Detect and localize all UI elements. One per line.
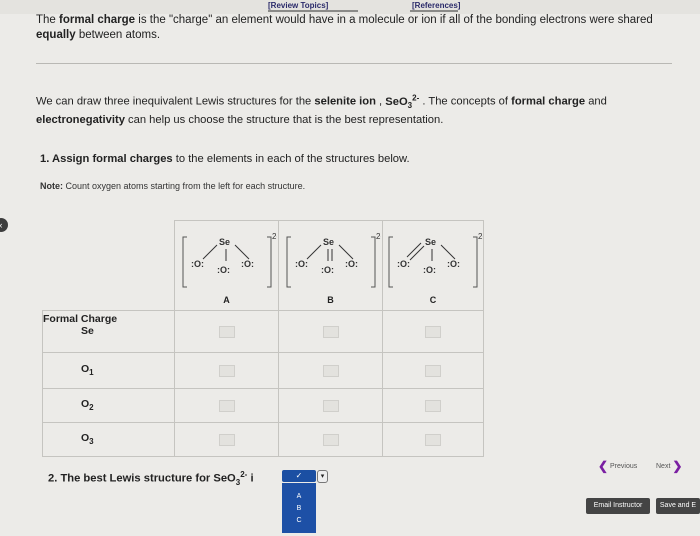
chevron-left-icon: ❮ — [598, 459, 609, 473]
structure-label-C: C — [429, 294, 437, 305]
formal-charge-header: Formal Charge — [43, 313, 118, 325]
answer-input-A-o2[interactable] — [218, 399, 235, 412]
row-label-o2: O2 — [42, 388, 175, 423]
save-and-exit-button[interactable]: Save and E — [656, 498, 700, 514]
chevron-down-icon[interactable]: ▾ — [317, 470, 328, 483]
lewis-structure-A: 2- Se :O: :O: :O: — [182, 232, 277, 287]
best-structure-options: A B C — [282, 483, 316, 533]
svg-text::O:: :O: — [191, 259, 204, 269]
row-label-o1: O1 — [42, 352, 175, 389]
answer-input-A-se[interactable] — [218, 325, 235, 338]
answer-input-C-se[interactable] — [425, 325, 441, 338]
row-label-o3: O3 — [42, 422, 175, 457]
svg-text:Se: Se — [219, 237, 230, 247]
structure-label-B: B — [327, 294, 334, 305]
references-link[interactable]: [References] — [412, 1, 460, 10]
best-structure-select[interactable]: ✓ — [282, 470, 316, 482]
chevron-right-icon: ❯ — [672, 459, 683, 473]
answer-input-C-o3[interactable] — [425, 433, 441, 446]
option-C[interactable]: C — [282, 515, 316, 527]
selenite-intro: We can draw three inequivalent Lewis str… — [36, 93, 607, 126]
row-label-se: Se — [81, 325, 94, 337]
answer-input-B-o3[interactable] — [322, 433, 339, 446]
question-2: 2. The best Lewis structure for SeO32- i — [48, 470, 254, 487]
answer-input-A-o1[interactable] — [218, 364, 235, 377]
note: Note: Count oxygen atoms starting from t… — [40, 181, 306, 191]
svg-text::O:: :O: — [217, 265, 230, 275]
structure-label-A: A — [223, 294, 230, 305]
next-button[interactable]: Next ❯ — [656, 459, 682, 473]
formal-charge-table: 2- Se :O: :O: :O: A 2- Se — [42, 220, 484, 457]
structure-A-cell: 2- Se :O: :O: :O: A — [174, 220, 279, 311]
svg-text:2-: 2- — [478, 232, 483, 241]
top-bar: [Review Topics] [References] — [0, 0, 700, 14]
structure-B-cell: 2- Se :O: :O: :O: B — [278, 220, 383, 311]
review-topics-link[interactable]: [Review Topics] — [268, 1, 328, 10]
side-arrow-icon[interactable]: ‹ — [0, 218, 8, 232]
svg-text::O:: :O: — [321, 265, 334, 275]
divider — [36, 63, 672, 64]
answer-input-B-o2[interactable] — [322, 399, 339, 412]
page: [Review Topics] [References] The formal … — [0, 0, 700, 536]
option-B[interactable]: B — [282, 503, 316, 515]
lewis-structure-C: 2- Se :O: :O: :O: — [388, 232, 483, 287]
svg-text::O:: :O: — [423, 265, 436, 275]
top-underline — [268, 10, 358, 12]
email-instructor-button[interactable]: Email Instructor — [586, 498, 650, 514]
svg-text::O:: :O: — [241, 259, 254, 269]
answer-input-C-o2[interactable] — [425, 399, 441, 412]
svg-text:Se: Se — [323, 237, 334, 247]
question-1: 1. Assign formal charges to the elements… — [40, 153, 410, 165]
row-se: Formal Charge Se — [42, 310, 175, 353]
top-underline — [410, 10, 458, 12]
answer-input-C-o1[interactable] — [425, 364, 441, 377]
answer-input-A-o3[interactable] — [218, 433, 235, 446]
structure-C-cell: 2- Se :O: :O: :O: C — [382, 220, 484, 311]
answer-input-B-o1[interactable] — [322, 364, 339, 377]
formal-charge-definition: The formal charge is the "charge" an ele… — [36, 14, 653, 41]
svg-text::O:: :O: — [345, 259, 358, 269]
svg-text::O:: :O: — [295, 259, 308, 269]
previous-button[interactable]: ❮ Previous — [598, 459, 637, 473]
svg-text::O:: :O: — [397, 259, 410, 269]
svg-text::O:: :O: — [447, 259, 460, 269]
answer-input-B-se[interactable] — [322, 325, 339, 338]
svg-text:2-: 2- — [376, 232, 381, 241]
option-A[interactable]: A — [282, 491, 316, 503]
svg-text:2-: 2- — [272, 232, 277, 241]
lewis-structure-B: 2- Se :O: :O: :O: — [286, 232, 381, 287]
svg-text:Se: Se — [425, 237, 436, 247]
